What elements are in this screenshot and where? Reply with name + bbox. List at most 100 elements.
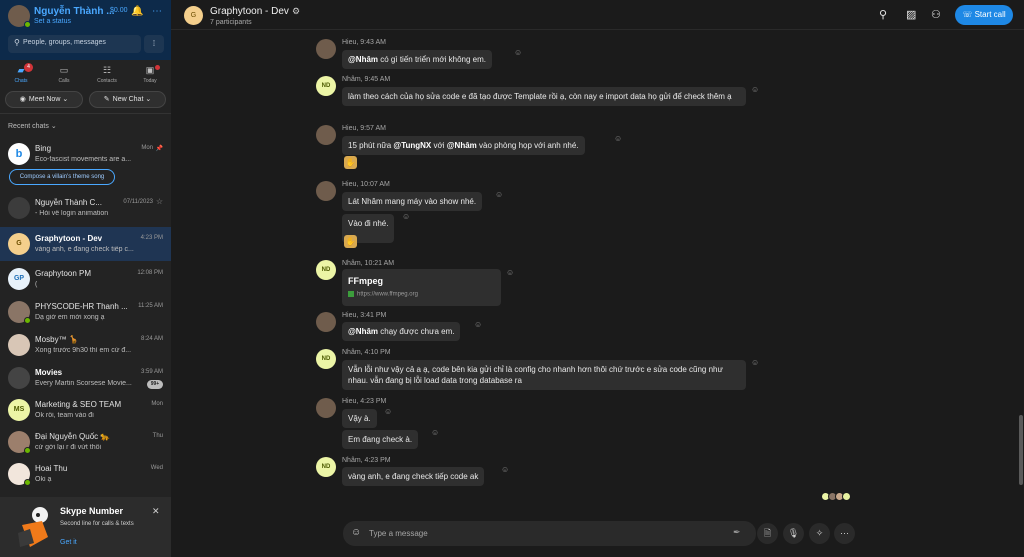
reaction-icon[interactable]: ☺ bbox=[402, 212, 410, 221]
presence-indicator bbox=[24, 317, 31, 324]
gallery-icon[interactable]: ▨ bbox=[906, 8, 916, 21]
meet-now-button[interactable]: ◉ Meet Now ⌄ bbox=[5, 91, 83, 108]
star-icon[interactable]: ☆ bbox=[156, 197, 163, 206]
recent-chats-header[interactable]: Recent chats ⌄ bbox=[8, 122, 57, 130]
compose-suggestion-button[interactable]: Compose a villain's theme song bbox=[9, 169, 115, 185]
reaction-icon[interactable]: ☺ bbox=[514, 48, 522, 57]
message-bubble[interactable]: làm theo cách của họ sửa code e đã tạo đ… bbox=[342, 87, 746, 106]
chat-item-marketing-seo[interactable]: MS Marketing & SEO TEAM Mon Ok rồi, team… bbox=[0, 393, 171, 427]
pin-icon[interactable]: 📌 bbox=[156, 145, 163, 152]
skype-number-title: Skype Number bbox=[60, 506, 124, 516]
reaction-icon[interactable]: ☺ bbox=[431, 428, 439, 437]
more-options-icon[interactable]: ⋯ bbox=[152, 6, 162, 17]
ai-sparkle-button[interactable]: ✧ bbox=[809, 523, 830, 544]
message-bubble[interactable]: Lát Nhâm mang máy vào show nhé. bbox=[342, 192, 483, 211]
call-icon: ☏ bbox=[962, 10, 973, 19]
search-icon[interactable]: ⚲ bbox=[879, 8, 887, 21]
profile-status[interactable]: Set a status bbox=[34, 18, 71, 25]
chat-item-hoai-thu[interactable]: Hoai Thu Wed Oki ạ bbox=[0, 457, 171, 491]
sidebar: Nguyễn Thành ... Set a status $0.00 🔔 ⋯ … bbox=[0, 0, 171, 557]
chats-badge: 4 bbox=[24, 63, 33, 72]
avatar[interactable] bbox=[316, 312, 336, 332]
avatar[interactable]: ND bbox=[316, 457, 336, 477]
message-input[interactable]: Type a message bbox=[369, 529, 428, 538]
chat-item-dai-nguyen[interactable]: Đại Nguyễn Quốc 🐆 Thu cứ gởi lại r đi vứ… bbox=[0, 425, 171, 459]
read-receipts[interactable] bbox=[821, 490, 851, 501]
tab-calls[interactable]: ▭ Calls bbox=[43, 62, 85, 88]
chat-item-bing[interactable]: b Bing Mon 📌 Eco-fascist movements are a… bbox=[0, 137, 171, 171]
group-avatar: MS bbox=[8, 399, 30, 421]
message-bubble[interactable]: Em đang check à. bbox=[342, 430, 419, 449]
message-meta: Hieu, 10:07 AM bbox=[342, 181, 390, 188]
message-meta: Nhâm, 9:45 AM bbox=[342, 76, 391, 83]
avatar[interactable]: ND bbox=[316, 76, 336, 96]
avatar[interactable]: ND bbox=[316, 349, 336, 369]
video-icon: ▭ bbox=[59, 65, 69, 75]
search-box[interactable]: ⚲ People, groups, messages bbox=[8, 35, 141, 53]
group-avatar: GP bbox=[8, 268, 30, 290]
reaction-icon[interactable]: ☺ bbox=[506, 268, 514, 277]
get-it-link[interactable]: Get it bbox=[60, 539, 77, 546]
participants-count[interactable]: 7 participants bbox=[210, 19, 252, 26]
voice-message-button[interactable]: 🎙 bbox=[783, 523, 804, 544]
file-icon: 🗎 bbox=[763, 528, 772, 538]
more-options-button[interactable]: ⋯ bbox=[834, 523, 855, 544]
reaction-icon[interactable]: ☺ bbox=[474, 320, 482, 329]
tab-chats[interactable]: ▰ Chats 4 bbox=[0, 62, 42, 88]
chat-item-graphytoon-pm[interactable]: GP Graphytoon PM 12:08 PM ( bbox=[0, 262, 171, 296]
bell-icon[interactable]: 🔔 bbox=[131, 6, 143, 17]
tab-contacts[interactable]: ☷ Contacts bbox=[86, 62, 128, 88]
profile-header: Nguyễn Thành ... Set a status $0.00 🔔 ⋯ … bbox=[0, 0, 171, 60]
message-meta: Nhâm, 10:21 AM bbox=[342, 260, 395, 267]
group-avatar[interactable]: G bbox=[184, 6, 203, 25]
avatar[interactable] bbox=[316, 398, 336, 418]
reaction-icon[interactable]: ☺ bbox=[751, 85, 759, 94]
reaction-icon[interactable]: ☺ bbox=[495, 190, 503, 199]
profile-avatar[interactable] bbox=[8, 5, 31, 28]
reaction-icon[interactable]: ☺ bbox=[614, 134, 622, 143]
chat-item-movies[interactable]: Movies 3:59 AM Every Martin Scorsese Mov… bbox=[0, 361, 171, 395]
profile-name[interactable]: Nguyễn Thành ... bbox=[34, 6, 115, 17]
chevron-down-icon: ⌄ bbox=[50, 123, 57, 130]
add-people-icon[interactable]: ⚇ bbox=[931, 8, 941, 21]
chat-item-physcode-hr[interactable]: PHYSCODE-HR Thanh ... 11:25 AM Dạ giờ em… bbox=[0, 295, 171, 329]
search-input[interactable]: People, groups, messages bbox=[23, 39, 106, 46]
attach-file-button[interactable]: 🗎 bbox=[757, 523, 778, 544]
skype-credit[interactable]: $0.00 bbox=[110, 7, 128, 14]
new-chat-button[interactable]: ✎ New Chat ⌄ bbox=[89, 91, 166, 108]
close-icon[interactable]: ✕ bbox=[152, 506, 160, 517]
avatar[interactable] bbox=[316, 125, 336, 145]
conversation-title[interactable]: Graphytoon - Dev ⚙ bbox=[210, 6, 300, 17]
reaction-icon[interactable]: ☺ bbox=[384, 407, 392, 416]
wave-emoji-icon: ✋ bbox=[344, 235, 357, 248]
message-bubble[interactable]: @Nhâm chạy được chưa em. bbox=[342, 322, 461, 341]
avatar[interactable] bbox=[316, 39, 336, 59]
bing-avatar: b bbox=[8, 143, 30, 165]
message-bubble[interactable]: vàng anh, e đang check tiếp code ak bbox=[342, 467, 485, 486]
reaction-icon[interactable]: ☺ bbox=[501, 465, 509, 474]
emoji-icon[interactable]: ☺ bbox=[351, 527, 361, 538]
tab-today[interactable]: ▣ Today bbox=[129, 62, 171, 88]
scrollbar[interactable] bbox=[1019, 415, 1023, 485]
new-chat-icon: ✎ bbox=[103, 96, 110, 103]
divider bbox=[0, 113, 171, 114]
avatar bbox=[842, 492, 851, 501]
start-call-button[interactable]: ☏ Start call bbox=[955, 5, 1013, 25]
reaction-icon[interactable]: ☺ bbox=[751, 358, 759, 367]
message-bubble[interactable]: 15 phút nữa @TungNX với @Nhâm vào phòng … bbox=[342, 136, 585, 155]
avatar[interactable] bbox=[316, 181, 336, 201]
avatar[interactable]: ND bbox=[316, 260, 336, 280]
format-pen-icon[interactable]: ✒ bbox=[733, 527, 741, 538]
gear-icon[interactable]: ⚙ bbox=[292, 6, 300, 17]
message-composer[interactable]: ☺ Type a message ✒ bbox=[343, 521, 756, 546]
chat-item-nguyen-thanh[interactable]: Nguyễn Thành C... 07/11/2023 ☆ - Hỏi về … bbox=[0, 191, 171, 225]
chat-item-graphytoon-dev[interactable]: G Graphytoon - Dev 4:23 PM vàng anh, e đ… bbox=[0, 227, 171, 261]
chat-item-mosby[interactable]: Mosby™ 🦒 8:24 AM Xong trước 9h30 thì em … bbox=[0, 328, 171, 362]
message-bubble[interactable]: Vậy à. bbox=[342, 409, 377, 428]
message-bubble[interactable]: @Nhâm có gì tiến triển mới không em. bbox=[342, 50, 492, 69]
dialpad-icon[interactable]: ⁞ bbox=[144, 35, 164, 53]
presence-indicator bbox=[24, 479, 31, 486]
message-bubble[interactable]: Vẫn lỗi như vậy cả a ạ, code bên kia gửi… bbox=[342, 360, 746, 390]
promo-illustration bbox=[18, 507, 48, 547]
link-preview-card[interactable]: FFmpeg https://www.ffmpeg.org bbox=[342, 269, 501, 306]
